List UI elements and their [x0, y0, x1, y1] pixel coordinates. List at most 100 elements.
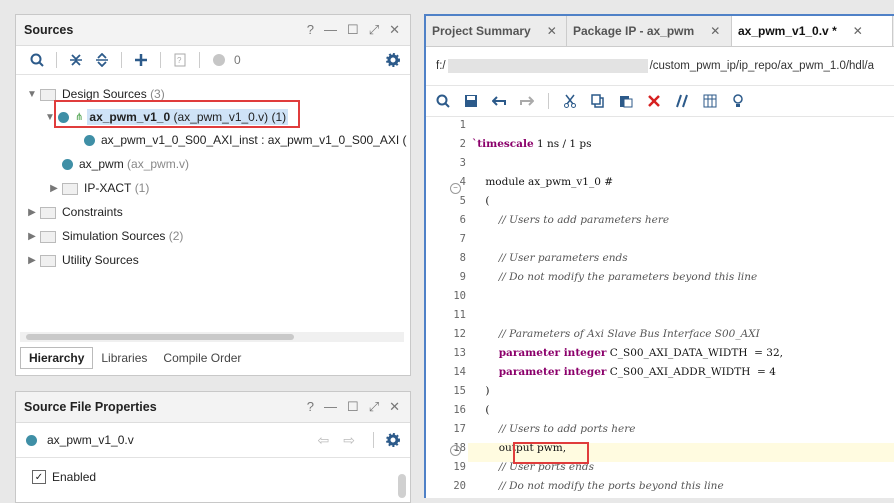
redo-icon[interactable] — [516, 90, 538, 112]
fold-toggle-icon[interactable]: − — [450, 445, 461, 456]
scrollbar-thumb[interactable] — [26, 334, 294, 340]
chevron-right-icon[interactable]: ▶ — [48, 183, 60, 194]
settings-gear-icon[interactable] — [382, 49, 404, 71]
verilog-file-icon — [62, 158, 73, 170]
delete-icon[interactable] — [643, 90, 665, 112]
chevron-down-icon[interactable]: ▼ — [26, 89, 38, 100]
help-icon[interactable]: ? — [307, 399, 314, 415]
chevron-right-icon[interactable]: ▶ — [26, 255, 38, 266]
properties-scrollbar[interactable] — [398, 474, 406, 498]
minimize-icon[interactable]: — — [324, 399, 337, 415]
tree-label: Utility Sources — [62, 253, 139, 267]
settings-gear-icon[interactable] — [382, 429, 404, 451]
tab-package-ip[interactable]: Package IP - ax_pwm ✕ — [567, 16, 732, 46]
tree-count: (3) — [150, 87, 165, 101]
cut-icon[interactable] — [559, 90, 581, 112]
line-number: 1 — [459, 119, 466, 131]
tree-item-s00-axi-inst[interactable]: ax_pwm_v1_0_S00_AXI_inst : ax_pwm_v1_0_S… — [84, 129, 407, 151]
tab-compile-order[interactable]: Compile Order — [155, 348, 249, 368]
code-line: // Do not modify the ports beyond this l… — [472, 480, 724, 492]
toolbar-separator — [548, 93, 549, 109]
tab-libraries[interactable]: Libraries — [93, 348, 155, 368]
tab-hierarchy[interactable]: Hierarchy — [20, 347, 94, 369]
collapse-all-icon[interactable] — [65, 49, 87, 71]
tree-item-ipxact[interactable]: ▶ IP-XACT (1) — [48, 177, 149, 199]
toolbar-separator — [199, 52, 200, 68]
expand-all-icon[interactable] — [91, 49, 113, 71]
tab-project-summary[interactable]: Project Summary ✕ — [426, 16, 567, 46]
search-icon[interactable] — [26, 49, 48, 71]
tree-count: (1) — [134, 181, 150, 195]
close-icon[interactable]: ✕ — [853, 24, 863, 38]
verilog-file-icon — [26, 434, 37, 446]
minimize-icon[interactable]: — — [324, 22, 337, 38]
search-icon[interactable] — [432, 90, 454, 112]
code-line: // Users to add ports here — [472, 423, 636, 435]
back-arrow-icon[interactable]: ⇦ — [318, 432, 330, 449]
editor-tabs: Project Summary ✕ Package IP - ax_pwm ✕ ax… — [426, 16, 894, 47]
lightbulb-icon[interactable] — [727, 90, 749, 112]
fold-toggle-icon[interactable]: − — [450, 183, 461, 194]
tab-label: Project Summary — [432, 24, 531, 38]
code-line: ( — [472, 404, 490, 416]
tree-label: IP-XACT — [84, 181, 132, 195]
toolbar-separator — [56, 52, 57, 68]
tree-label: Constraints — [62, 205, 123, 219]
tree-item-constraints[interactable]: ▶ Constraints — [26, 201, 123, 223]
line-number: 7 — [459, 233, 466, 245]
tree-item-utility-sources[interactable]: ▶ Utility Sources — [26, 249, 139, 271]
help-icon[interactable]: ? — [307, 22, 314, 38]
line-number: 14 — [453, 366, 466, 378]
column-select-icon[interactable] — [699, 90, 721, 112]
keyword-token: `timescale — [472, 138, 534, 150]
path-prefix: f:/ — [436, 60, 446, 72]
properties-file-name: ax_pwm_v1_0.v — [47, 433, 134, 447]
sources-toolbar: ? 0 — [16, 46, 410, 75]
tab-ax-pwm-v1-0[interactable]: ax_pwm_v1_0.v * ✕ — [732, 16, 893, 46]
chevron-right-icon[interactable]: ▶ — [26, 207, 38, 218]
float-icon[interactable]: ⤢ — [369, 22, 379, 38]
comment-icon[interactable] — [671, 90, 693, 112]
code-line: module ax_pwm_v1_0 # — [472, 176, 614, 188]
tab-label: ax_pwm_v1_0.v * — [738, 24, 837, 38]
maximize-icon[interactable]: ☐ — [347, 22, 359, 38]
chevron-right-icon[interactable]: ▶ — [26, 231, 38, 242]
highlight-box-top-module — [54, 100, 300, 128]
keyword-token: parameter integer — [498, 366, 607, 378]
line-number: 10 — [453, 290, 466, 302]
tree-item-ax-pwm[interactable]: ax_pwm (ax_pwm.v) — [62, 153, 189, 175]
code-line: parameter integer C_S00_AXI_DATA_WIDTH =… — [498, 347, 784, 359]
properties-icon[interactable]: ? — [169, 49, 191, 71]
float-icon[interactable]: ⤢ — [369, 399, 379, 415]
save-icon[interactable] — [460, 90, 482, 112]
properties-toolbar: ax_pwm_v1_0.v ⇦ ⇨ — [16, 423, 410, 458]
close-icon[interactable]: ✕ — [389, 22, 400, 38]
sources-panel: Sources ? — ☐ ⤢ ✕ ? 0 ▼ Design Sources (… — [15, 14, 411, 376]
enabled-checkbox[interactable]: ✓ — [32, 470, 46, 484]
maximize-icon[interactable]: ☐ — [347, 399, 359, 415]
verilog-file-icon — [84, 134, 95, 146]
close-icon[interactable]: ✕ — [389, 399, 400, 415]
horizontal-scrollbar[interactable] — [20, 332, 404, 342]
close-icon[interactable]: ✕ — [547, 24, 557, 38]
path-suffix: /custom_pwm_ip/ip_repo/ax_pwm_1.0/hdl/a — [649, 60, 874, 72]
tab-label: Package IP - ax_pwm — [573, 24, 695, 38]
code-line: ( — [472, 195, 490, 207]
editor-panel: Project Summary ✕ Package IP - ax_pwm ✕ ax… — [424, 14, 894, 498]
editor-toolbar — [426, 86, 894, 117]
forward-arrow-icon[interactable]: ⇨ — [343, 432, 355, 449]
line-number: 5 — [459, 195, 466, 207]
toolbar-separator — [160, 52, 161, 68]
undo-icon[interactable] — [488, 90, 510, 112]
copy-icon[interactable] — [587, 90, 609, 112]
code-line: // Users to add parameters here — [472, 214, 670, 226]
line-number: 19 — [453, 461, 466, 473]
redacted-path-segment — [447, 59, 648, 73]
paste-icon[interactable] — [615, 90, 637, 112]
close-icon[interactable]: ✕ — [710, 24, 720, 38]
line-number: 12 — [453, 328, 466, 340]
add-source-icon[interactable] — [130, 49, 152, 71]
tree-item-simulation-sources[interactable]: ▶ Simulation Sources (2) — [26, 225, 183, 247]
properties-title: Source File Properties — [24, 400, 157, 414]
line-number: 3 — [459, 157, 466, 169]
